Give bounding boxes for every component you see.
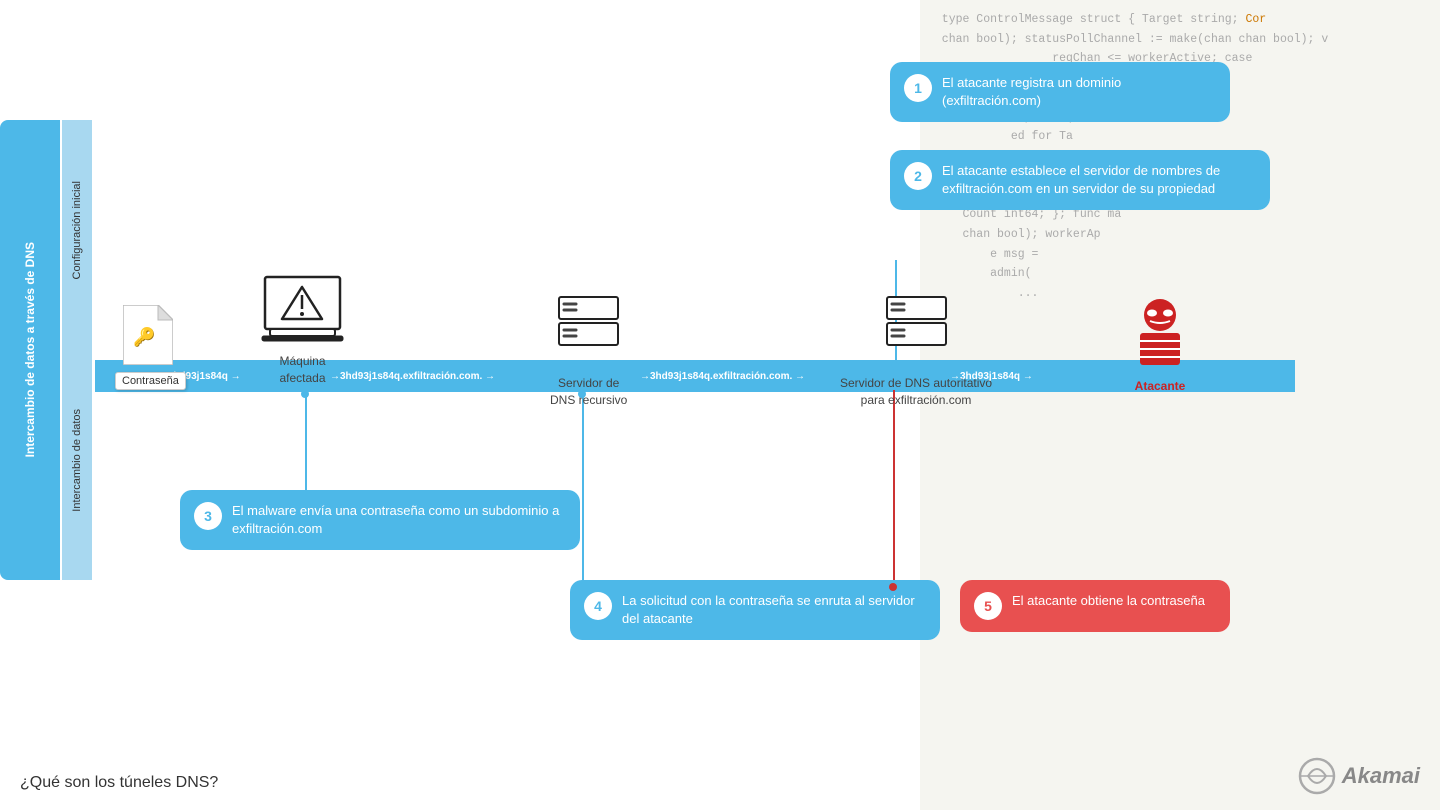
step-2-text: El atacante establece el servidor de nom… (942, 162, 1256, 198)
attacker-label: Atacante (1135, 378, 1186, 395)
step-2-number: 2 (904, 162, 932, 190)
attacker-icon (1130, 295, 1190, 370)
step-1-text: El atacante registra un dominio (exfiltr… (942, 74, 1216, 110)
step3-connector (305, 390, 307, 495)
dns-recursive-icon (556, 295, 621, 367)
data-exchange-section-label: Intercambio de datos (62, 340, 92, 580)
step2-dot (891, 362, 899, 370)
akamai-text: Akamai (1342, 763, 1420, 789)
step3-dot (301, 390, 309, 398)
step-3-number: 3 (194, 502, 222, 530)
password-label: Contraseña (115, 372, 186, 390)
bottom-title: ¿Qué son los túneles DNS? (20, 774, 218, 792)
dns-auth-icon (884, 295, 949, 367)
svg-text:🔑: 🔑 (133, 326, 155, 348)
dns-recursive-node: Servidor de DNS recursivo (550, 295, 627, 409)
left-bar: Intercambio de datos a través de DNS (0, 120, 60, 580)
password-document-icon: 🔑 (123, 305, 173, 365)
dns-recursive-label: Servidor de DNS recursivo (550, 375, 627, 409)
step5-connector (893, 390, 895, 585)
step4-dot (578, 390, 586, 398)
attacker-node: Atacante (1130, 295, 1190, 395)
flow-arrow-3: →3hd93j1s84q.exfiltración.com. → (640, 363, 805, 389)
step-4-bubble: 4 La solicitud con la contraseña se enru… (570, 580, 940, 640)
left-bar-label: Intercambio de datos a través de DNS (23, 242, 37, 457)
dns-auth-label: Servidor de DNS autoritativo para exfilt… (840, 375, 992, 409)
step-3-bubble: 3 El malware envía una contraseña como u… (180, 490, 580, 550)
config-section-label: Configuración inicial (62, 120, 92, 340)
step5-dot (889, 583, 897, 591)
laptop-label: Máquina afectada (279, 353, 325, 387)
step-1-bubble: 1 El atacante registra un dominio (exfil… (890, 62, 1230, 122)
step-1-number: 1 (904, 74, 932, 102)
step-4-number: 4 (584, 592, 612, 620)
step-4-text: La solicitud con la contraseña se enruta… (622, 592, 926, 628)
password-node: 🔑 Contraseña (115, 305, 186, 390)
akamai-logo: Akamai (1298, 757, 1420, 795)
laptop-icon (260, 275, 345, 345)
main-content: Intercambio de datos a través de DNS Con… (0, 0, 1440, 810)
flow-arrow-2: →3hd93j1s84q.exfiltración.com. → (330, 363, 495, 389)
step-5-number: 5 (974, 592, 1002, 620)
dns-auth-node: Servidor de DNS autoritativo para exfilt… (840, 295, 992, 409)
step-5-bubble: 5 El atacante obtiene la contraseña (960, 580, 1230, 632)
step-5-text: El atacante obtiene la contraseña (1012, 592, 1205, 610)
laptop-node: Máquina afectada (260, 275, 345, 387)
step4-connector (582, 390, 584, 585)
akamai-circle-icon (1298, 757, 1336, 795)
step-3-text: El malware envía una contraseña como un … (232, 502, 566, 538)
step-2-bubble: 2 El atacante establece el servidor de n… (890, 150, 1270, 210)
